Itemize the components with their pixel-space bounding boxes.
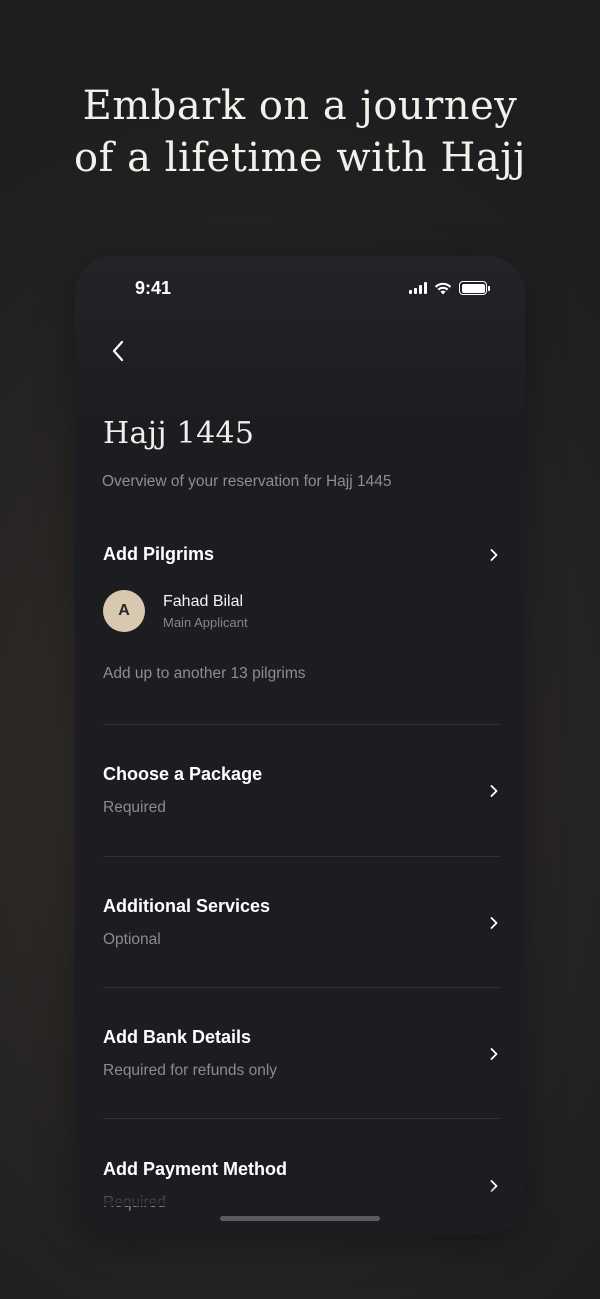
headline-line-1: Embark on a journey: [82, 83, 518, 129]
wifi-icon: [434, 282, 452, 294]
chevron-right-icon: [490, 549, 498, 561]
back-button[interactable]: [103, 336, 133, 366]
pilgrim-info: Fahad Bilal Main Applicant: [163, 593, 248, 630]
add-pilgrims-row[interactable]: Add Pilgrims: [103, 544, 500, 565]
additional-services-row[interactable]: Additional Services Optional: [103, 896, 500, 949]
signal-icon: [409, 282, 427, 294]
chevron-right-icon: [490, 785, 498, 797]
step-subtitle: Required for refunds only: [103, 1062, 278, 1079]
status-bar: 9:41: [75, 278, 525, 302]
pilgrim-role: Main Applicant: [163, 614, 248, 630]
status-time: 9:41: [135, 278, 172, 298]
step-subtitle: Optional: [103, 931, 161, 948]
step-subtitle: Required: [103, 799, 166, 816]
choose-package-row[interactable]: Choose a Package Required: [103, 764, 500, 817]
divider: [103, 987, 500, 988]
page-title: Hajj 1445: [103, 416, 255, 451]
marketing-headline: Embark on a journey of a lifetime with H…: [0, 80, 600, 184]
add-bank-details-row[interactable]: Add Bank Details Required for refunds on…: [103, 1027, 500, 1080]
divider: [103, 1118, 500, 1119]
phone-screen: 9:41 Hajj 1445 Overview of your reservat…: [75, 256, 525, 1234]
status-icons: [409, 281, 490, 295]
divider: [103, 724, 500, 725]
pilgrim-name: Fahad Bilal: [163, 592, 244, 610]
home-indicator[interactable]: [220, 1216, 380, 1221]
divider: [103, 856, 500, 857]
add-pilgrims-title: Add Pilgrims: [103, 544, 215, 564]
bottom-fade: [75, 1186, 525, 1206]
page-subtitle: Overview of your reservation for Hajj 14…: [102, 473, 392, 490]
step-title: Additional Services: [103, 896, 271, 916]
pilgrim-item[interactable]: A Fahad Bilal Main Applicant: [103, 590, 248, 632]
step-title: Choose a Package: [103, 764, 263, 784]
chevron-right-icon: [490, 1048, 498, 1060]
step-title: Add Payment Method: [103, 1159, 288, 1179]
chevron-left-icon: [112, 340, 124, 362]
battery-icon: [459, 281, 490, 295]
chevron-right-icon: [490, 917, 498, 929]
add-more-pilgrims-text: Add up to another 13 pilgrims: [103, 665, 306, 682]
avatar: A: [103, 590, 145, 632]
step-title: Add Bank Details: [103, 1027, 252, 1047]
headline-line-2: of a lifetime with Hajj: [73, 135, 527, 181]
